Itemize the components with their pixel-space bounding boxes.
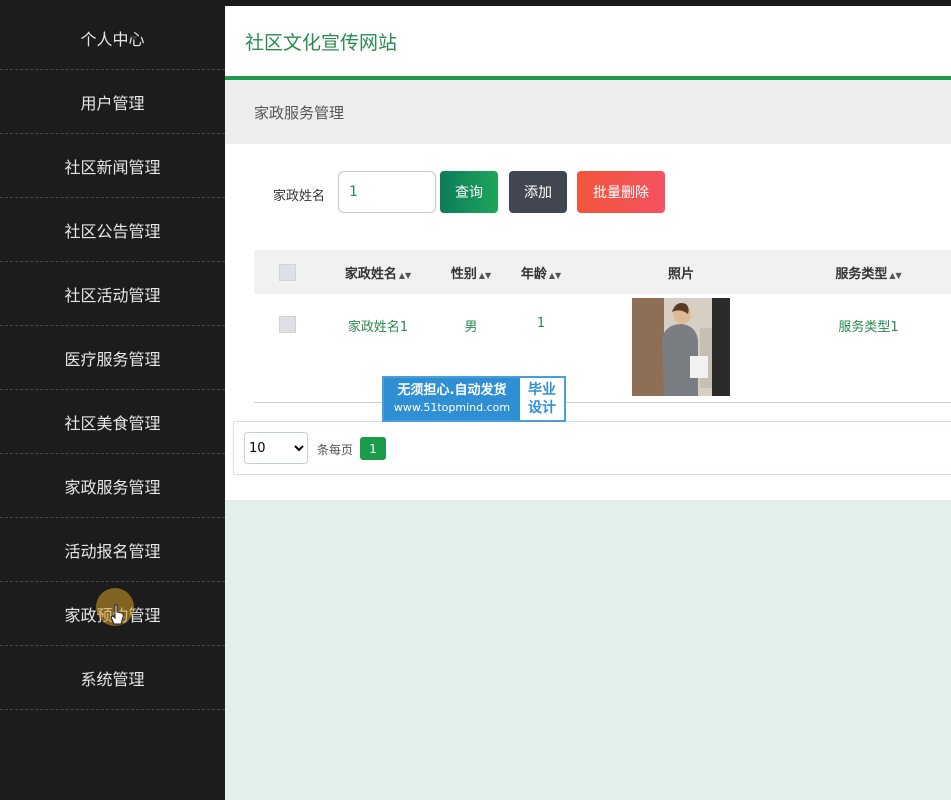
sidebar-item-activity-management[interactable]: 社区活动管理 [0, 262, 225, 326]
sidebar: 个人中心 用户管理 社区新闻管理 社区公告管理 社区活动管理 医疗服务管理 社区… [0, 6, 225, 800]
row-checkbox[interactable] [278, 316, 296, 333]
sidebar-item-medical-management[interactable]: 医疗服务管理 [0, 326, 225, 390]
search-label: 家政姓名 [273, 189, 326, 204]
sidebar-item-news-management[interactable]: 社区新闻管理 [0, 134, 225, 198]
caret-down-icon [130, 99, 138, 104]
sidebar-item-personal-center[interactable]: 个人中心 [0, 6, 225, 70]
table-header-row: 家政姓名 ▲▼ 性别 ▲▼ 年龄 ▲▼ 照片 服务类型 ▲▼ [254, 250, 951, 294]
caret-down-icon [146, 483, 154, 488]
column-header-name[interactable]: 家政姓名 ▲▼ [320, 250, 436, 294]
caret-down-icon [130, 675, 138, 680]
watermark-line2: www.51topmind.com [393, 401, 511, 414]
breadcrumb: 家政服务管理 [225, 80, 951, 144]
column-header-photo: 照片 [667, 266, 694, 282]
sort-icon: ▲▼ [548, 270, 562, 280]
caret-down-icon [146, 163, 154, 168]
pointer-cursor-icon [110, 604, 124, 625]
data-table: 家政姓名▲▼ 性别▲▼ 年龄▲▼ 照片 服务类型▲▼ 家政姓名1 男 1 [254, 250, 951, 403]
watermark-right2: 设计 [528, 400, 556, 416]
breadcrumb-text: 家政服务管理 [254, 103, 345, 122]
watermark-line1: 无须担心.自动发货 [397, 383, 507, 398]
query-button[interactable]: 查询 [440, 171, 498, 213]
housekeeper-photo [632, 298, 730, 396]
caret-down-icon [130, 35, 138, 40]
column-header-gender[interactable]: 性别 ▲▼ [436, 250, 506, 294]
caret-down-icon [146, 419, 154, 424]
sidebar-item-notice-management[interactable]: 社区公告管理 [0, 198, 225, 262]
batch-delete-button[interactable]: 批量删除 [577, 171, 665, 213]
header: 社区文化宣传网站 [225, 6, 951, 80]
column-header-age[interactable]: 年龄 ▲▼ [506, 250, 576, 294]
page-size-select[interactable]: 10 [244, 432, 308, 464]
sort-icon: ▲▼ [398, 270, 412, 280]
caret-down-icon [146, 611, 154, 616]
sidebar-item-food-management[interactable]: 社区美食管理 [0, 390, 225, 454]
caret-down-icon [146, 291, 154, 296]
table-row: 家政姓名1 男 1 服务类型1 [254, 294, 951, 402]
sidebar-item-user-management[interactable]: 用户管理 [0, 70, 225, 134]
add-button[interactable]: 添加 [509, 171, 567, 213]
sidebar-item-system-management[interactable]: 系统管理 [0, 646, 225, 710]
main-area: 社区文化宣传网站 家政服务管理 家政姓名 查询 添加 批量删除 家政姓名▲▼ 性… [225, 6, 951, 800]
pagination: 10 条每页 1 [233, 421, 951, 475]
sidebar-item-housekeeping-management[interactable]: 家政服务管理 [0, 454, 225, 518]
caret-down-icon [146, 355, 154, 360]
caret-down-icon [146, 227, 154, 232]
column-header-service-type[interactable]: 服务类型 ▲▼ [786, 250, 951, 294]
page-number-button[interactable]: 1 [360, 437, 386, 460]
per-page-label: 条每页 [317, 443, 354, 457]
watermark-badge: 无须担心.自动发货 www.51topmind.com 毕业 设计 [382, 376, 566, 422]
sidebar-item-signup-management[interactable]: 活动报名管理 [0, 518, 225, 582]
caret-down-icon [146, 547, 154, 552]
select-all-checkbox[interactable] [278, 263, 296, 281]
site-title: 社区文化宣传网站 [245, 31, 398, 54]
watermark-right1: 毕业 [528, 382, 556, 398]
search-input[interactable] [338, 171, 436, 213]
sort-icon: ▲▼ [889, 270, 902, 280]
cell-service-type: 服务类型1 [838, 320, 899, 335]
sort-icon: ▲▼ [478, 270, 492, 280]
